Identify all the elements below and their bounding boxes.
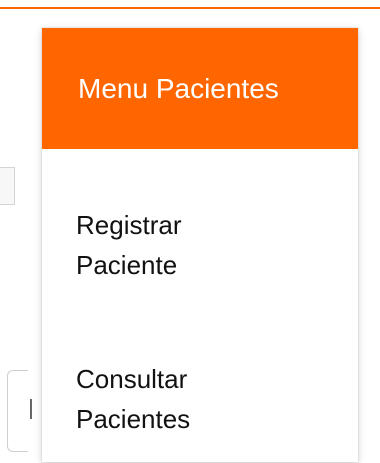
top-divider bbox=[0, 7, 380, 9]
menu-item-register-patient[interactable]: Registrar Paciente bbox=[42, 205, 358, 285]
menu-item-label-line-1: Consultar bbox=[76, 364, 188, 394]
text-caret bbox=[30, 399, 32, 419]
dropdown-menu-title[interactable]: Menu Pacientes bbox=[42, 28, 358, 149]
menu-item-label-line-1: Registrar bbox=[76, 210, 182, 240]
patients-dropdown-menu: Menu Pacientes Registrar Paciente Consul… bbox=[42, 28, 358, 462]
menu-item-label-line-2: Pacientes bbox=[76, 404, 191, 434]
menu-item-label-line-2: Paciente bbox=[76, 250, 178, 280]
page: Menu Pacientes Registrar Paciente Consul… bbox=[0, 0, 380, 463]
menu-item-consult-patients[interactable]: Consultar Pacientes bbox=[42, 359, 358, 439]
background-input-edge[interactable] bbox=[7, 370, 28, 452]
background-panel-edge bbox=[0, 167, 15, 205]
dropdown-menu-list: Registrar Paciente Consultar Pacientes bbox=[42, 149, 358, 439]
